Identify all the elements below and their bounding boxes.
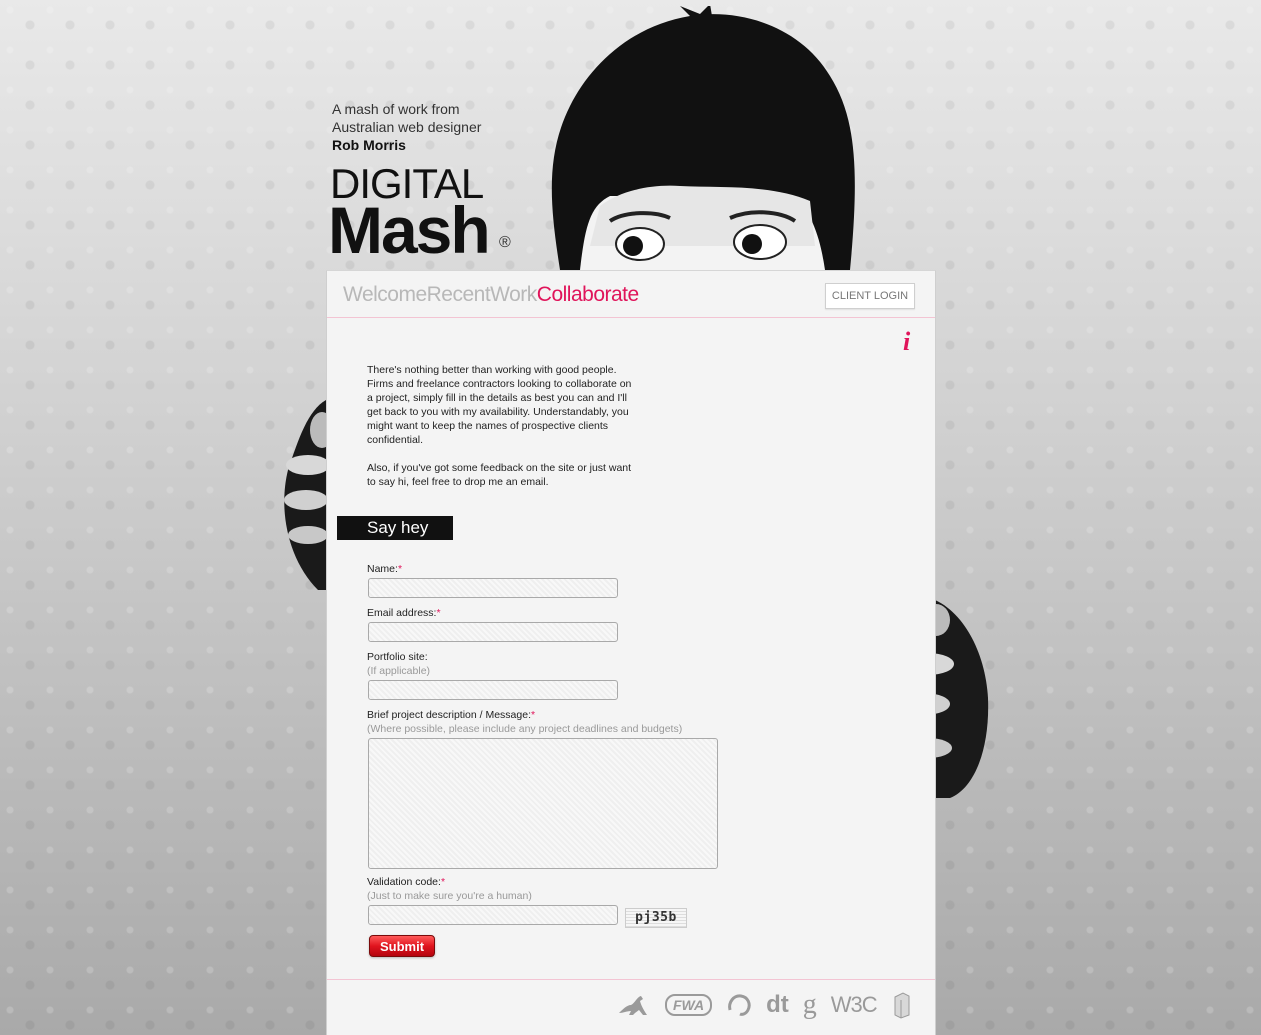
captcha-image: pj35b: [625, 908, 687, 928]
main-nav: WelcomeRecentWorkCollaborate: [343, 283, 639, 307]
fwa-icon[interactable]: FWA: [665, 994, 713, 1016]
content-card: WelcomeRecentWorkCollaborate CLIENT LOGI…: [326, 270, 936, 1035]
intro-text: There's nothing better than working with…: [367, 363, 637, 503]
email-input[interactable]: [368, 622, 618, 642]
person-head-image: [551, 6, 855, 270]
footer-divider: [327, 979, 935, 980]
email-label-text: Email address:: [367, 607, 437, 619]
name-label-text: Name:: [367, 563, 398, 575]
validation-input[interactable]: [368, 905, 618, 925]
name-input[interactable]: [368, 578, 618, 598]
email-label: Email address:*: [367, 607, 441, 619]
validation-label-text: Validation code:: [367, 876, 441, 888]
footer-badges: FWA dt g W3C: [617, 987, 911, 1023]
tagline: A mash of work from Australian web desig…: [332, 100, 481, 154]
required-marker: *: [436, 607, 441, 619]
dt-icon[interactable]: dt: [766, 991, 789, 1019]
swirl-icon[interactable]: [726, 992, 752, 1018]
message-textarea[interactable]: [368, 738, 718, 869]
message-label-text: Brief project description / Message:: [367, 709, 531, 721]
validation-label: Validation code:*: [367, 876, 445, 888]
logo-mash: Mash: [328, 193, 491, 267]
nav-item-recentwork[interactable]: RecentWork: [427, 283, 538, 306]
intro-paragraph-1: There's nothing better than working with…: [367, 364, 632, 446]
header-divider: [327, 317, 935, 318]
nav-item-welcome[interactable]: Welcome: [343, 283, 427, 306]
message-hint: (Where possible, please include any proj…: [367, 723, 683, 735]
g-icon[interactable]: g: [803, 989, 817, 1021]
tagline-line1: A mash of work from: [332, 101, 460, 117]
name-label: Name:*: [367, 563, 402, 575]
required-marker: *: [440, 876, 446, 888]
tagline-line2: Australian web designer: [332, 119, 482, 135]
intro-paragraph-2: Also, if you've got some feedback on the…: [367, 462, 632, 488]
info-icon[interactable]: i: [903, 327, 910, 357]
message-label: Brief project description / Message:*: [367, 709, 535, 721]
portfolio-label: Portfolio site:: [367, 651, 428, 663]
tagline-name: Rob Morris: [332, 137, 406, 153]
logo-registered-mark: ®: [499, 234, 511, 251]
w3c-icon[interactable]: W3C: [831, 992, 878, 1018]
kangaroo-icon[interactable]: [617, 993, 651, 1017]
portfolio-input[interactable]: [368, 680, 618, 700]
section-title: Say hey: [337, 516, 453, 540]
validation-hint: (Just to make sure you're a human): [367, 890, 532, 902]
submit-button[interactable]: Submit: [369, 935, 435, 957]
client-login-button[interactable]: CLIENT LOGIN: [825, 283, 915, 309]
required-marker: *: [531, 709, 536, 721]
nav-item-collaborate[interactable]: Collaborate: [537, 283, 639, 306]
portfolio-hint: (If applicable): [367, 665, 431, 677]
box-icon[interactable]: [891, 991, 911, 1019]
required-marker: *: [397, 563, 403, 575]
